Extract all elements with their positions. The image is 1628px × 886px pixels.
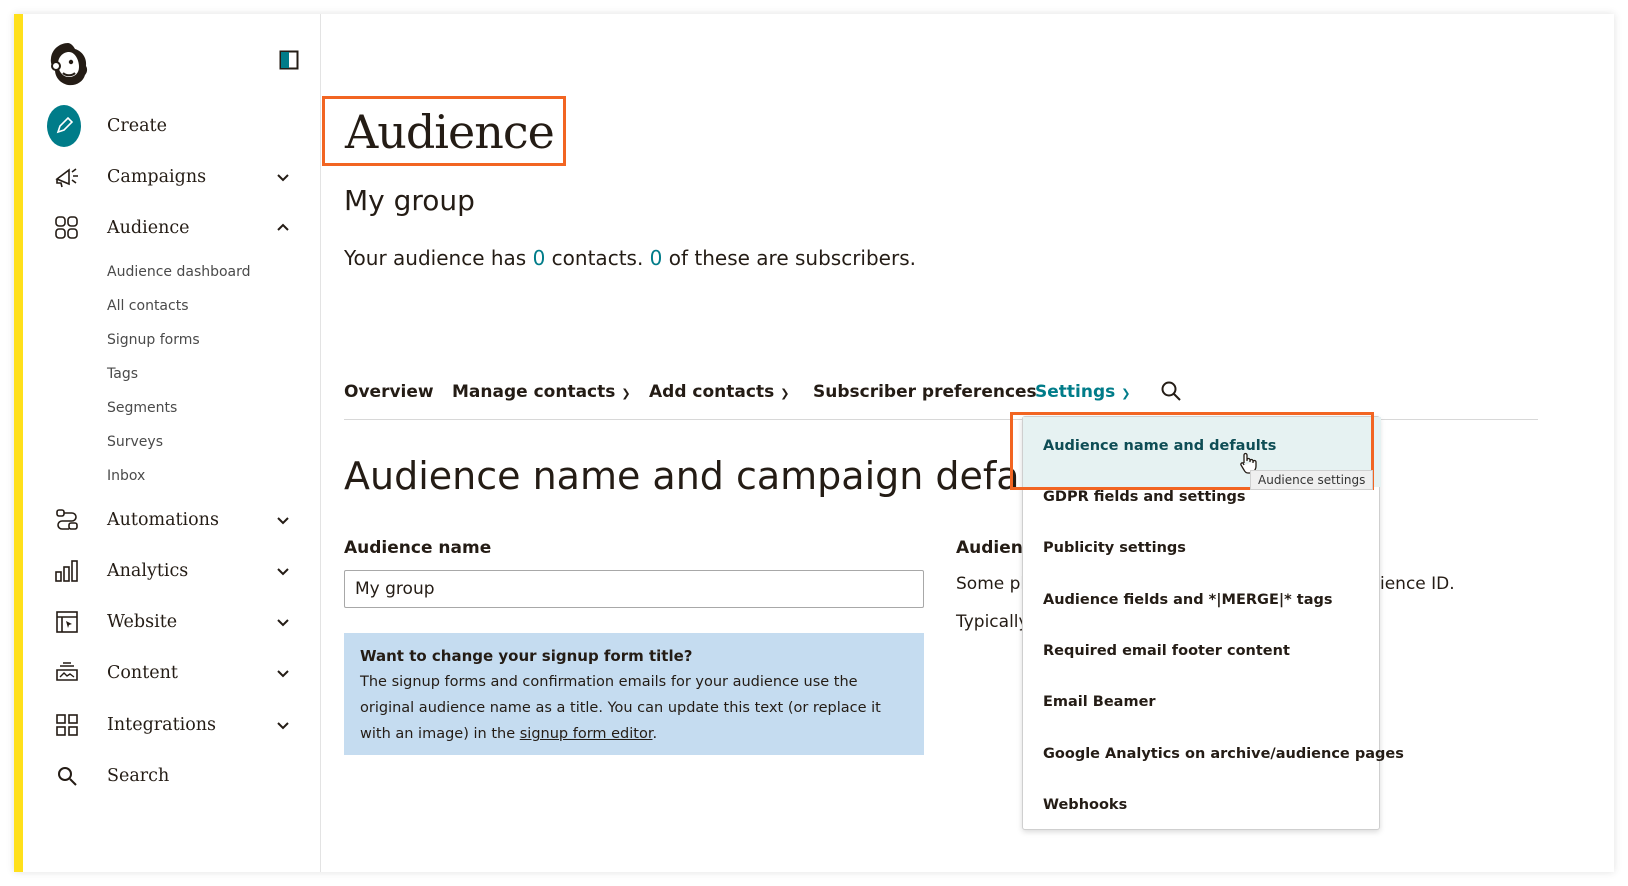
create-icon-wrap <box>47 105 81 147</box>
brand-bar <box>14 14 23 872</box>
audience-id-text: Some pl <box>956 574 1026 594</box>
automations-icon <box>53 506 81 534</box>
chevron-down-icon[interactable] <box>275 169 291 185</box>
tab-overview[interactable]: Overview <box>344 382 434 402</box>
sidebar-item-automations[interactable]: Automations <box>23 497 321 543</box>
main-content: Audience My group Your audience has 0 co… <box>322 14 1614 872</box>
sidebar-item-label: Website <box>107 612 178 632</box>
audience-name-input[interactable] <box>344 570 924 608</box>
sidebar-subitem-all-contacts[interactable]: All contacts <box>107 298 189 314</box>
sidebar-subitem-surveys[interactable]: Surveys <box>107 434 163 450</box>
audience-name-label: Audience name <box>344 538 492 558</box>
dropdown-item-webhooks[interactable]: Webhooks <box>1043 797 1127 813</box>
search-icon <box>53 762 81 790</box>
dropdown-item-publicity[interactable]: Publicity settings <box>1043 540 1186 556</box>
website-icon <box>53 608 81 636</box>
subscribers-count[interactable]: 0 <box>650 246 663 270</box>
chevron-down-icon: ❯ <box>780 387 790 400</box>
sidebar-subitem-tags[interactable]: Tags <box>107 366 138 382</box>
chevron-down-icon[interactable] <box>275 665 291 681</box>
content-icon <box>53 659 81 687</box>
page-title-highlight: Audience <box>322 96 566 166</box>
app-window: Create Campaigns Audience Audience dashb… <box>14 14 1614 872</box>
sidebar-subitem-signup-forms[interactable]: Signup forms <box>107 332 200 348</box>
integrations-icon <box>53 711 81 739</box>
tab-settings[interactable]: Settings ❯ <box>1035 382 1130 402</box>
summary-prefix: Your audience has <box>344 246 533 270</box>
analytics-icon <box>53 557 81 585</box>
dropdown-item-google-analytics[interactable]: Google Analytics on archive/audience pag… <box>1043 746 1404 762</box>
contacts-count[interactable]: 0 <box>533 246 546 270</box>
collapse-sidebar-icon[interactable] <box>279 50 299 70</box>
pencil-icon <box>47 105 81 147</box>
summary-suffix: of these are subscribers. <box>662 246 916 270</box>
audience-summary: Your audience has 0 contacts. 0 of these… <box>344 246 916 270</box>
audience-icon <box>53 214 81 242</box>
sidebar-item-analytics[interactable]: Analytics <box>23 548 321 594</box>
sidebar-item-content[interactable]: Content <box>23 650 321 696</box>
sidebar-item-search[interactable]: Search <box>23 753 321 799</box>
sidebar-subitem-inbox[interactable]: Inbox <box>107 468 145 484</box>
dropdown-item-gdpr[interactable]: GDPR fields and settings <box>1043 489 1246 505</box>
tab-label: Manage contacts <box>452 382 616 402</box>
sidebar-item-website[interactable]: Website <box>23 599 321 645</box>
sidebar-item-create[interactable]: Create <box>23 103 321 149</box>
sidebar-subitem-audience-dashboard[interactable]: Audience dashboard <box>107 264 251 280</box>
tab-add-contacts[interactable]: Add contacts ❯ <box>649 382 789 402</box>
dropdown-item-footer[interactable]: Required email footer content <box>1043 643 1290 659</box>
dropdown-item-email-beamer[interactable]: Email Beamer <box>1043 694 1156 710</box>
tab-subscriber-preferences[interactable]: Subscriber preferences <box>813 382 1037 402</box>
info-body: The signup forms and confirmation emails… <box>360 669 908 747</box>
audience-id-text-2: Typically <box>956 612 1029 632</box>
tooltip: Audience settings <box>1250 470 1374 490</box>
chevron-down-icon: ❯ <box>1121 387 1131 400</box>
audience-name-heading: My group <box>344 184 475 217</box>
chevron-down-icon: ❯ <box>621 387 631 400</box>
chevron-down-icon[interactable] <box>275 614 291 630</box>
sidebar-item-label: Integrations <box>107 715 216 735</box>
chevron-down-icon[interactable] <box>275 512 291 528</box>
section-title: Audience name and campaign defaults <box>344 454 1089 498</box>
chevron-up-icon[interactable] <box>275 220 291 236</box>
signup-form-editor-link[interactable]: signup form editor <box>520 726 653 742</box>
audience-id-text-tail: ience ID. <box>1380 574 1455 594</box>
sidebar-item-label: Content <box>107 663 178 683</box>
dropdown-item-merge-tags[interactable]: Audience fields and *|MERGE|* tags <box>1043 592 1333 608</box>
sidebar-item-label: Campaigns <box>107 167 207 187</box>
chevron-down-icon[interactable] <box>275 563 291 579</box>
search-icon[interactable] <box>1160 380 1182 402</box>
tab-label: Settings <box>1035 382 1116 402</box>
tab-label: Subscriber preferences <box>813 382 1037 402</box>
mailchimp-logo-icon[interactable] <box>47 40 89 88</box>
signup-title-info: Want to change your signup form title? T… <box>344 633 924 755</box>
info-end: . <box>652 726 658 742</box>
sidebar-item-label: Search <box>107 766 170 786</box>
sidebar: Create Campaigns Audience Audience dashb… <box>23 14 321 872</box>
tab-manage-contacts[interactable]: Manage contacts ❯ <box>452 382 631 402</box>
sidebar-item-label: Create <box>107 116 167 136</box>
tab-label: Add contacts <box>649 382 775 402</box>
summary-middle: contacts. <box>545 246 650 270</box>
sidebar-item-label: Audience <box>107 218 190 238</box>
info-title: Want to change your signup form title? <box>360 647 693 665</box>
sidebar-item-label: Automations <box>107 510 219 530</box>
sidebar-item-integrations[interactable]: Integrations <box>23 702 321 748</box>
megaphone-icon <box>53 163 81 191</box>
sidebar-item-label: Analytics <box>107 561 189 581</box>
chevron-down-icon[interactable] <box>275 717 291 733</box>
sidebar-item-audience[interactable]: Audience <box>23 205 321 251</box>
page-title: Audience <box>345 105 555 159</box>
sidebar-item-campaigns[interactable]: Campaigns <box>23 154 321 200</box>
sidebar-subitem-segments[interactable]: Segments <box>107 400 177 416</box>
tab-label: Overview <box>344 382 434 402</box>
